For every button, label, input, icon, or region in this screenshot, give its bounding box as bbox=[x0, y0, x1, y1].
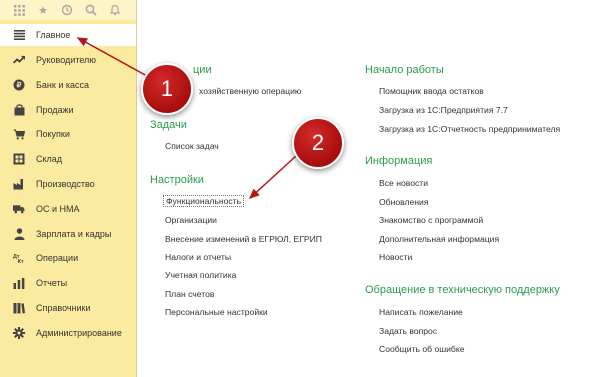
sidebar-item-fixed-assets[interactable]: ОС и НМА bbox=[0, 198, 136, 220]
section-title-tasks: Задачи bbox=[150, 119, 187, 131]
sidebar-item-label: Руководителю bbox=[36, 55, 97, 65]
svg-text:Кт: Кт bbox=[18, 259, 24, 264]
toolbar: ★ bbox=[0, 0, 136, 20]
sidebar-item-label: Зарплата и кадры bbox=[36, 229, 112, 239]
link-opening-balances[interactable]: Помощник ввода остатков bbox=[379, 86, 484, 96]
sidebar-item-reports[interactable]: Отчеты bbox=[0, 272, 136, 294]
link-updates[interactable]: Обновления bbox=[379, 197, 429, 207]
sidebar-item-label: Операции bbox=[36, 253, 79, 263]
link-news[interactable]: Новости bbox=[379, 252, 412, 262]
bar-chart-icon bbox=[13, 277, 25, 289]
star-icon[interactable]: ★ bbox=[31, 0, 55, 20]
shopping-bag-icon bbox=[13, 104, 25, 116]
history-icon[interactable] bbox=[55, 0, 79, 20]
warehouse-icon bbox=[13, 153, 25, 165]
sidebar-item-label: Продажи bbox=[36, 105, 74, 115]
sidebar-item-payroll[interactable]: Зарплата и кадры bbox=[0, 223, 136, 245]
section-title-getting-started: Начало работы bbox=[365, 64, 444, 76]
link-chart-of-accounts[interactable]: План счетов bbox=[165, 289, 214, 299]
section-title-settings: Настройки bbox=[150, 174, 204, 186]
link-task-list[interactable]: Список задач bbox=[165, 141, 219, 151]
gear-icon bbox=[13, 327, 25, 339]
sidebar-item-main[interactable]: Главное bbox=[0, 24, 136, 46]
sidebar-item-production[interactable]: Производство bbox=[0, 173, 136, 195]
trend-chart-icon bbox=[13, 54, 25, 66]
link-intro[interactable]: Знакомство с программой bbox=[379, 215, 483, 225]
link-import-1c77[interactable]: Загрузка из 1С:Предприятия 7.7 bbox=[379, 105, 508, 115]
link-personal-settings[interactable]: Персональные настройки bbox=[165, 307, 268, 317]
apps-grid-icon[interactable] bbox=[7, 0, 31, 20]
sidebar-item-operations[interactable]: Дт Кт Операции bbox=[0, 247, 136, 269]
main-panel: ции хозяйственную операцию Задачи Список… bbox=[138, 0, 600, 377]
sidebar-item-label: Администрирование bbox=[36, 328, 122, 338]
person-icon bbox=[13, 228, 25, 240]
truck-icon bbox=[13, 203, 25, 215]
callout-badge-2: 2 bbox=[292, 117, 344, 169]
link-egrul-changes[interactable]: Внесение изменений в ЕГРЮЛ, ЕГРИП bbox=[165, 234, 322, 244]
sidebar-item-manager[interactable]: Руководителю bbox=[0, 49, 136, 71]
sidebar-item-label: Отчеты bbox=[36, 278, 68, 288]
sidebar-item-label: Справочники bbox=[36, 303, 91, 313]
link-accounting-policy[interactable]: Учетная политика bbox=[165, 270, 236, 280]
svg-text:₽: ₽ bbox=[17, 81, 22, 90]
sidebar-item-sales[interactable]: Продажи bbox=[0, 99, 136, 121]
link-additional-info[interactable]: Дополнительная информация bbox=[379, 234, 499, 244]
coin-icon: ₽ bbox=[13, 79, 25, 91]
cart-icon bbox=[13, 128, 25, 140]
sidebar-item-label: Банк и касса bbox=[36, 80, 89, 90]
sidebar-item-label: Производство bbox=[36, 179, 95, 189]
dt-kt-icon: Дт Кт bbox=[13, 252, 25, 264]
factory-icon bbox=[13, 178, 25, 190]
sidebar-item-label: Склад bbox=[36, 154, 63, 164]
search-icon[interactable] bbox=[79, 0, 103, 20]
sidebar-item-label: ОС и НМА bbox=[36, 204, 80, 214]
sidebar-item-warehouse[interactable]: Склад bbox=[0, 148, 136, 170]
link-all-news[interactable]: Все новости bbox=[379, 178, 428, 188]
sidebar-item-label: Главное bbox=[36, 30, 71, 40]
link-organizations[interactable]: Организации bbox=[165, 215, 217, 225]
sidebar-item-purchases[interactable]: Покупки bbox=[0, 123, 136, 145]
sidebar-item-label: Покупки bbox=[36, 129, 70, 139]
section-title-partial: ции bbox=[193, 64, 212, 76]
link-business-operation[interactable]: хозяйственную операцию bbox=[199, 86, 301, 96]
link-taxes-reports[interactable]: Налоги и отчеты bbox=[165, 252, 231, 262]
sidebar-item-bank[interactable]: ₽ Банк и касса bbox=[0, 74, 136, 96]
link-import-entrepreneur[interactable]: Загрузка из 1С:Отчетность предпринимател… bbox=[379, 124, 560, 134]
menu-lines-icon bbox=[13, 29, 25, 41]
link-write-wish[interactable]: Написать пожелание bbox=[379, 307, 463, 317]
link-ask-question[interactable]: Задать вопрос bbox=[379, 326, 437, 336]
callout-badge-1: 1 bbox=[141, 63, 193, 115]
link-report-bug[interactable]: Сообщить об ошибке bbox=[379, 344, 464, 354]
section-title-support: Обращение в техническую поддержку bbox=[365, 284, 560, 296]
sidebar-item-admin[interactable]: Администрирование bbox=[0, 322, 136, 344]
link-functionality[interactable]: Функциональность bbox=[163, 195, 245, 207]
bell-icon[interactable] bbox=[103, 0, 127, 20]
books-icon bbox=[13, 302, 25, 314]
sidebar-item-references[interactable]: Справочники bbox=[0, 297, 136, 319]
section-title-information: Информация bbox=[365, 155, 433, 167]
